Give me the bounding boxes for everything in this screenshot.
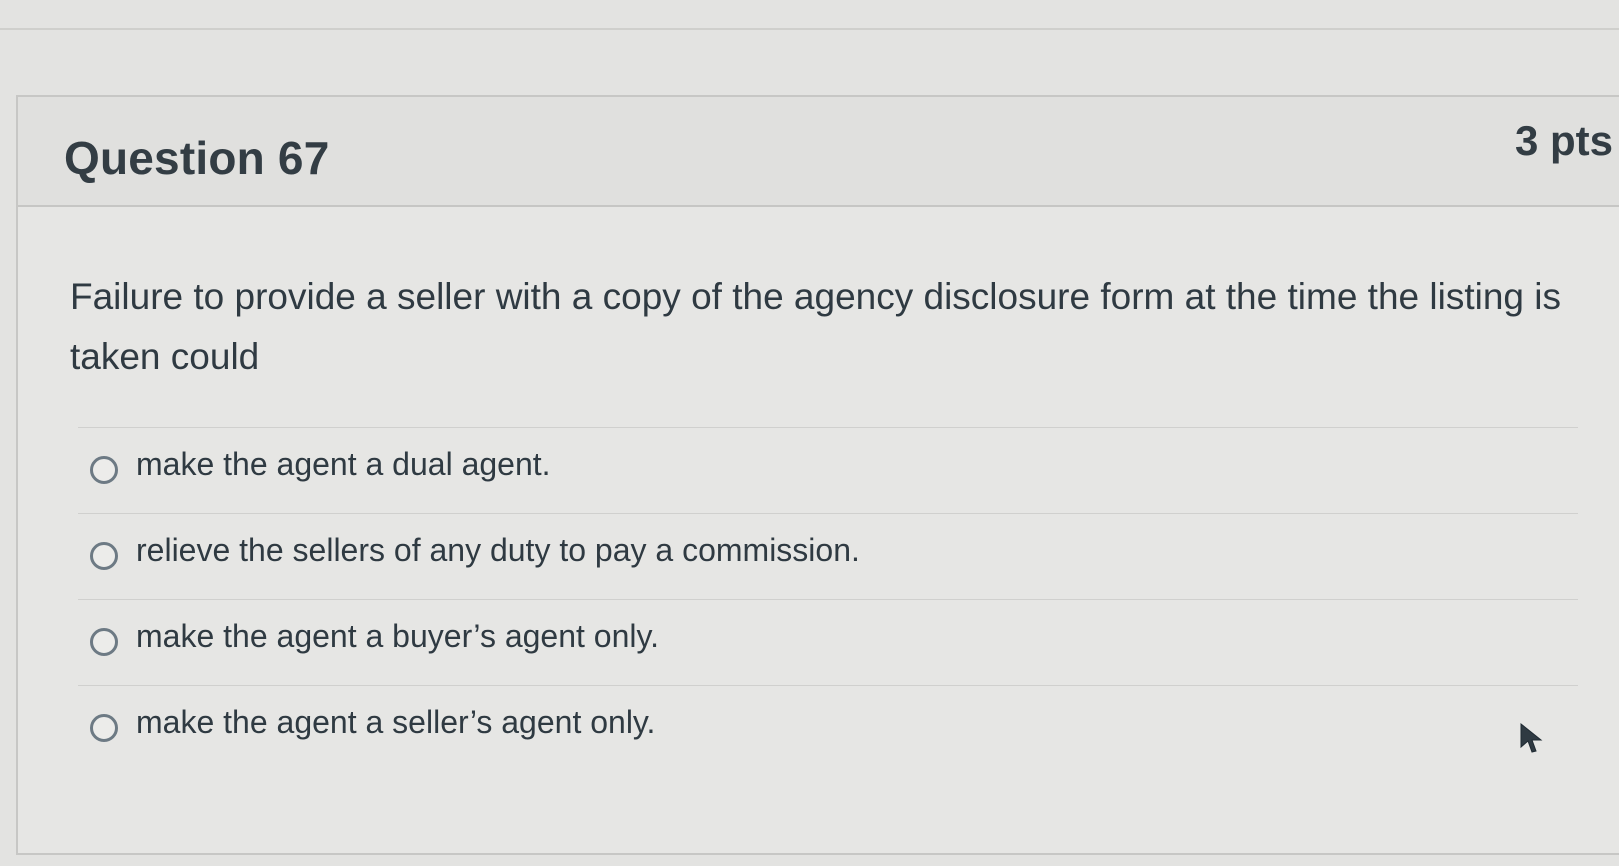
page-divider	[0, 28, 1619, 30]
answer-list: make the agent a dual agent. relieve the…	[78, 427, 1578, 771]
answer-label[interactable]: make the agent a dual agent.	[136, 446, 551, 483]
answer-label[interactable]: relieve the sellers of any duty to pay a…	[136, 532, 860, 569]
question-points: 3 pts	[1514, 117, 1613, 164]
answer-option[interactable]: make the agent a buyer’s agent only.	[78, 599, 1578, 685]
question-card: Question 67 3 pts Failure to provide a s…	[16, 95, 1619, 855]
question-title: Question 67	[64, 132, 330, 184]
radio-button-icon[interactable]	[90, 456, 118, 484]
answer-label[interactable]: make the agent a seller’s agent only.	[136, 704, 655, 741]
question-header: Question 67 3 pts	[18, 97, 1619, 207]
answer-option[interactable]: relieve the sellers of any duty to pay a…	[78, 513, 1578, 599]
question-text: Failure to provide a seller with a copy …	[70, 276, 1561, 377]
radio-button-icon[interactable]	[90, 714, 118, 742]
radio-button-icon[interactable]	[90, 542, 118, 570]
answer-option[interactable]: make the agent a dual agent.	[78, 427, 1578, 513]
answer-label[interactable]: make the agent a buyer’s agent only.	[136, 618, 659, 655]
radio-button-icon[interactable]	[90, 628, 118, 656]
answer-option[interactable]: make the agent a seller’s agent only.	[78, 685, 1578, 771]
mouse-pointer-icon	[1520, 722, 1543, 753]
